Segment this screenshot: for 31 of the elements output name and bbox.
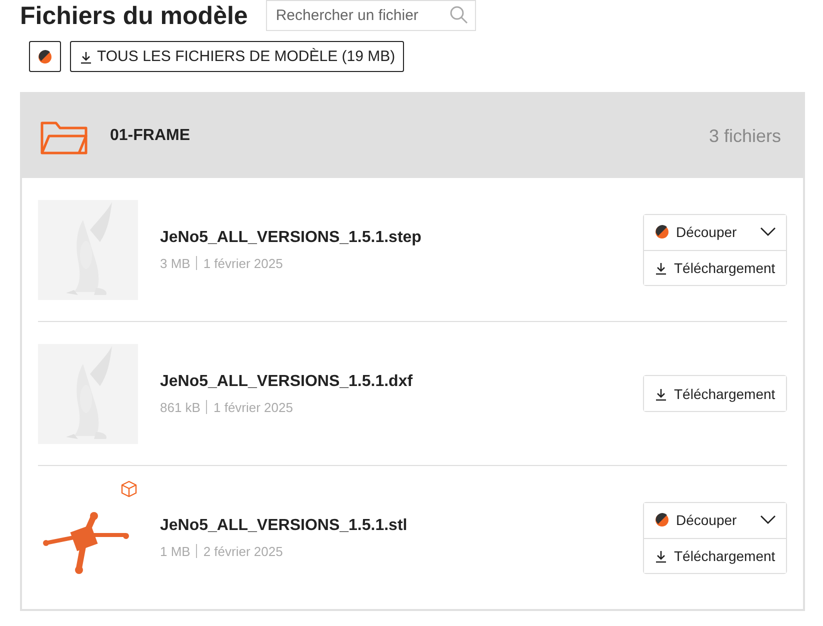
- download-button[interactable]: Téléchargement: [644, 250, 786, 284]
- file-date: 2 février 2025: [203, 544, 283, 558]
- page-title: Fichiers du modèle: [20, 2, 248, 30]
- file-size: 1 MB: [160, 544, 190, 558]
- slicer-logo-icon: [37, 48, 53, 64]
- slicer-logo-icon: [654, 224, 670, 240]
- file-size: 861 kB: [160, 400, 200, 414]
- file-date: 1 février 2025: [213, 400, 293, 414]
- file-name: JeNo5_ALL_VERSIONS_1.5.1.step: [160, 228, 422, 246]
- download-button[interactable]: Téléchargement: [644, 538, 786, 572]
- caret-icon: [760, 515, 776, 525]
- separator: [206, 400, 208, 414]
- file-name: JeNo5_ALL_VERSIONS_1.5.1.stl: [160, 516, 408, 534]
- download-all-button[interactable]: TOUS LES FICHIERS DE MODÈLE (19 MB): [70, 41, 404, 72]
- slicer-logo-icon: [654, 512, 670, 528]
- download-icon: [79, 50, 93, 64]
- separator: [196, 544, 198, 558]
- download-button[interactable]: Téléchargement: [644, 376, 786, 411]
- file-date: 1 février 2025: [203, 256, 283, 270]
- search-field[interactable]: Rechercher un fichier: [266, 0, 476, 30]
- caret-icon: [760, 227, 776, 237]
- file-size: 3 MB: [160, 256, 190, 270]
- search-icon: [448, 4, 469, 24]
- download-icon: [654, 260, 668, 274]
- slicer-button[interactable]: [29, 41, 61, 72]
- folder-name: 01-FRAME: [110, 127, 192, 145]
- file-count: 3 fichiers: [708, 126, 781, 146]
- download-icon: [654, 548, 668, 562]
- separator: [196, 256, 198, 270]
- download-icon: [654, 386, 668, 400]
- file-name: JeNo5_ALL_VERSIONS_1.5.1.dxf: [160, 372, 414, 390]
